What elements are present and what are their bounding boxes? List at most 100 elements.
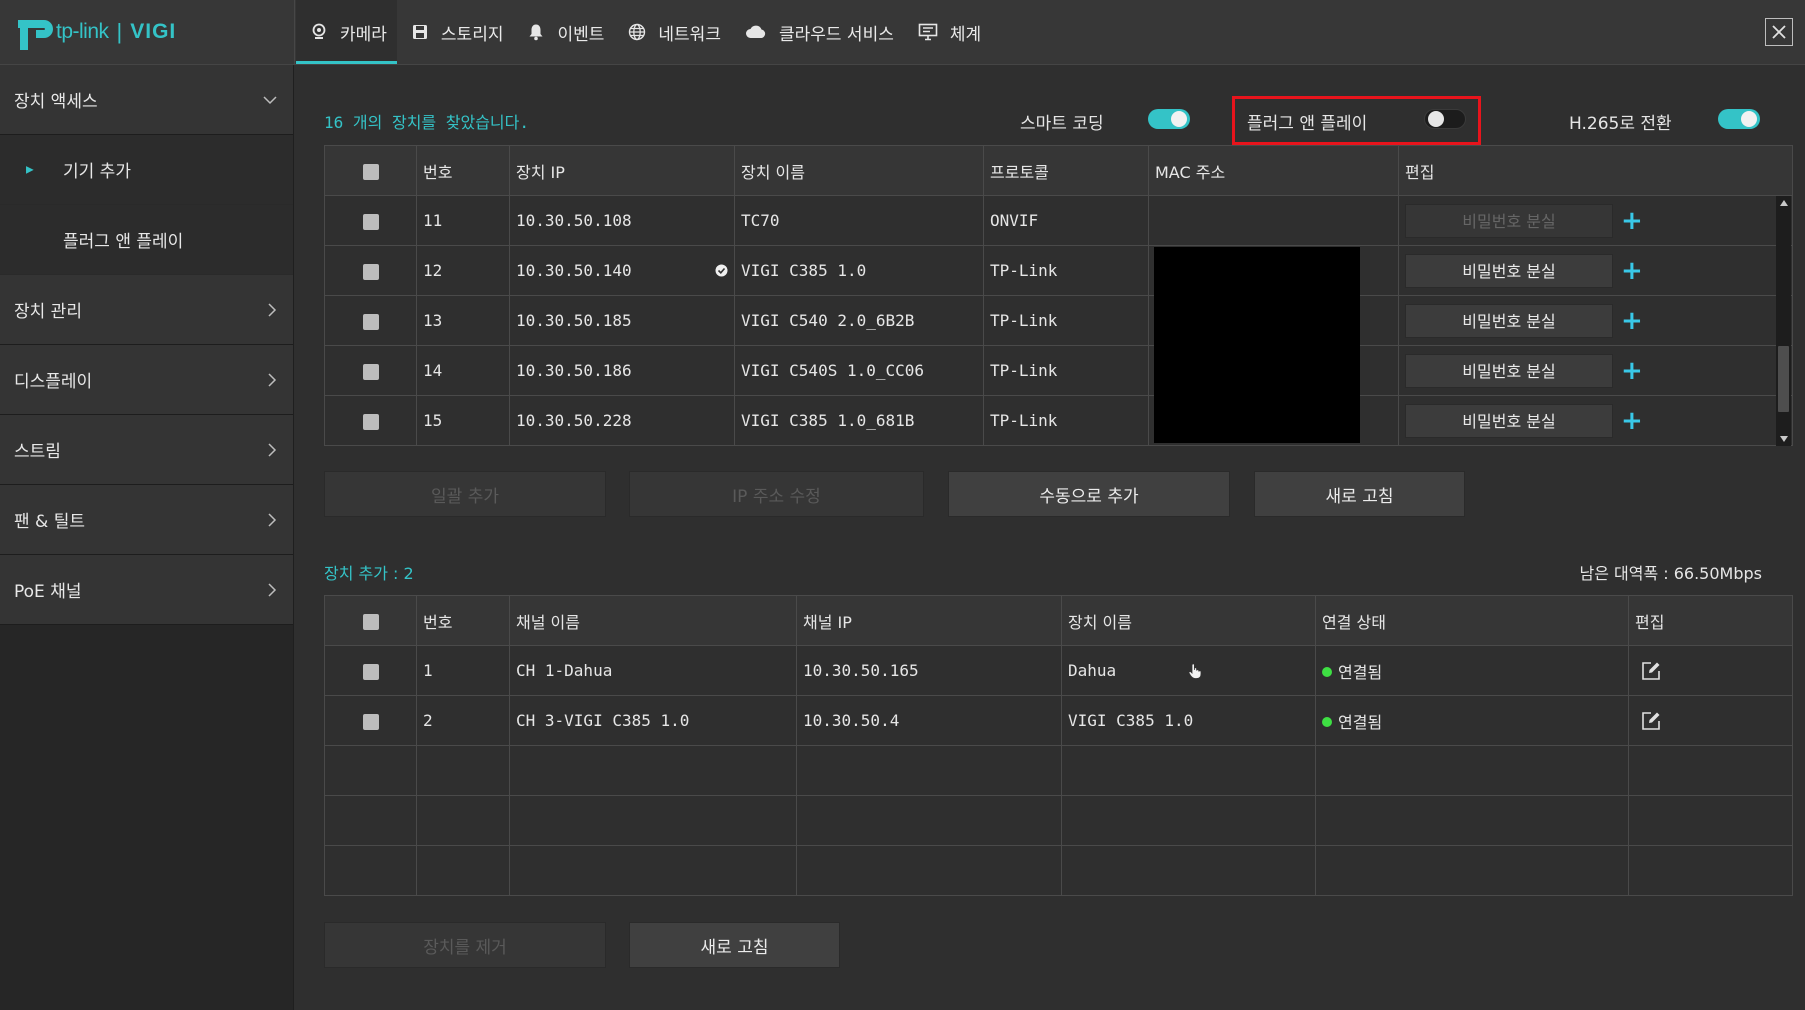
device-name: Dahua: [1068, 661, 1117, 680]
row-number: 2: [416, 695, 510, 746]
tab-storage[interactable]: 스토리지: [397, 0, 514, 64]
row-checkbox[interactable]: [363, 313, 379, 330]
tab-camera-label: 카메라: [340, 24, 387, 45]
add-device-plus-icon[interactable]: +: [1621, 408, 1643, 434]
add-device-plus-icon[interactable]: +: [1621, 358, 1643, 384]
forgot-password-button[interactable]: 비밀번호 분실: [1405, 203, 1613, 238]
edit-icon[interactable]: [1641, 711, 1661, 731]
channel-name: CH 3-VIGI C385 1.0: [509, 695, 797, 746]
sidebar-item-display[interactable]: 디스플레이: [0, 345, 293, 415]
row-number: 15: [416, 395, 510, 446]
brand-separator: |: [116, 19, 123, 44]
protocol: ONVIF: [983, 195, 1149, 246]
refresh-discovery-button[interactable]: 새로 고침: [1254, 471, 1465, 517]
column-header: 장치 이름: [734, 145, 984, 196]
sidebar-item-device-access[interactable]: 장치 액세스: [0, 65, 293, 135]
protocol: TP-Link: [983, 245, 1149, 296]
table-header-row: 번호 채널 이름 채널 IP 장치 이름 연결 상태 편집: [324, 595, 1793, 646]
sidebar-item-plug-and-play[interactable]: 플러그 앤 플레이: [0, 205, 293, 275]
tab-storage-label: 스토리지: [440, 24, 504, 45]
mac-address: [1148, 195, 1399, 246]
connection-status: 연결됨: [1338, 662, 1383, 682]
forgot-password-button[interactable]: 비밀번호 분실: [1405, 253, 1613, 288]
sidebar-item-poe-channel[interactable]: PoE 채널: [0, 555, 293, 625]
brand-name: tp-link: [56, 20, 109, 43]
add-device-plus-icon[interactable]: +: [1621, 258, 1643, 284]
scroll-thumb[interactable]: [1778, 346, 1789, 412]
row-checkbox[interactable]: [363, 263, 379, 280]
chevron-right-icon: [268, 302, 277, 317]
sidebar-item-stream[interactable]: 스트림: [0, 415, 293, 485]
manual-add-button[interactable]: 수동으로 추가: [948, 471, 1230, 517]
device-list-scrollbar[interactable]: [1776, 196, 1791, 446]
added-devices-table: 번호 채널 이름 채널 IP 장치 이름 연결 상태 편집 1 CH 1-Dah…: [324, 595, 1793, 896]
channel-ip: 10.30.50.165: [796, 645, 1062, 696]
scroll-down-arrow-icon[interactable]: [1776, 432, 1791, 446]
column-header: 채널 이름: [509, 595, 797, 646]
plug-and-play-toggle[interactable]: [1424, 109, 1466, 129]
tab-event[interactable]: 이벤트: [513, 0, 614, 64]
tab-camera[interactable]: 카메라: [296, 0, 397, 64]
chevron-down-icon: [263, 95, 277, 104]
scroll-up-arrow-icon[interactable]: [1776, 196, 1791, 210]
forgot-password-button[interactable]: 비밀번호 분실: [1405, 353, 1613, 388]
device-name: VIGI C540S 1.0_CC06: [734, 345, 984, 396]
row-checkbox[interactable]: [363, 713, 379, 730]
batch-add-button[interactable]: 일괄 추가: [324, 471, 606, 517]
remaining-bandwidth: 남은 대역폭 : 66.50Mbps: [1579, 564, 1762, 583]
edit-icon[interactable]: [1641, 661, 1661, 681]
column-header: 번호: [416, 145, 510, 196]
device-name: VIGI C385 1.0: [1061, 695, 1316, 746]
mac-redaction-block: [1154, 247, 1360, 443]
column-header: 편집: [1628, 595, 1793, 646]
device-name: VIGI C540 2.0_6B2B: [734, 295, 984, 346]
smart-coding-toggle[interactable]: [1148, 109, 1190, 129]
table-row: 11 10.30.50.108 TC70 ONVIF 비밀번호 분실 +: [324, 195, 1793, 246]
add-device-plus-icon[interactable]: +: [1621, 308, 1643, 334]
device-ip: 10.30.50.186: [509, 345, 735, 396]
row-number: 13: [416, 295, 510, 346]
row-checkbox[interactable]: [363, 663, 379, 680]
table-row: 12 10.30.50.140 VIGI C385 1.0 TP-Link 비밀…: [324, 245, 1793, 296]
forgot-password-button[interactable]: 비밀번호 분실: [1405, 403, 1613, 438]
tab-cloud[interactable]: 클라우드 서비스: [731, 0, 904, 64]
devices-found-text: 16 개의 장치를 찾았습니다.: [324, 113, 529, 132]
add-device-plus-icon[interactable]: +: [1621, 208, 1643, 234]
table-row: 13 10.30.50.185 VIGI C540 2.0_6B2B TP-Li…: [324, 295, 1793, 346]
sidebar-item-add-device[interactable]: ▶ 기기 추가: [0, 135, 293, 205]
row-checkbox[interactable]: [363, 363, 379, 380]
tab-system[interactable]: 체계: [904, 0, 991, 64]
sidebar-item-device-management[interactable]: 장치 관리: [0, 275, 293, 345]
modify-ip-button[interactable]: IP 주소 수정: [629, 471, 924, 517]
remove-device-button[interactable]: 장치를 제거: [324, 922, 606, 968]
column-header: 채널 IP: [796, 595, 1062, 646]
table-row: 2 CH 3-VIGI C385 1.0 10.30.50.4 VIGI C38…: [324, 695, 1793, 746]
row-number: 1: [416, 645, 510, 696]
system-icon: [918, 23, 938, 41]
table-row: 15 10.30.50.228 VIGI C385 1.0_681B TP-Li…: [324, 395, 1793, 446]
tab-network-label: 네트워크: [658, 24, 721, 45]
tab-network[interactable]: 네트워크: [614, 0, 731, 64]
device-name: VIGI C385 1.0_681B: [734, 395, 984, 446]
select-all-checkbox[interactable]: [363, 163, 379, 180]
forgot-password-button[interactable]: 비밀번호 분실: [1405, 303, 1613, 338]
brand-product: VIGI: [130, 20, 177, 43]
sidebar: 장치 액세스 ▶ 기기 추가 플러그 앤 플레이 장치 관리 디스플레이 스트림…: [0, 65, 294, 1010]
column-header: MAC 주소: [1148, 145, 1399, 196]
refresh-added-button[interactable]: 새로 고침: [629, 922, 840, 968]
close-button[interactable]: [1765, 18, 1793, 46]
device-name: TC70: [734, 195, 984, 246]
hand-cursor-icon: [1188, 663, 1202, 679]
device-ip: 10.30.50.228: [509, 395, 735, 446]
tab-system-label: 체계: [949, 24, 982, 45]
h265-toggle[interactable]: [1718, 109, 1760, 129]
row-checkbox[interactable]: [363, 413, 379, 430]
connected-status-dot: [1322, 666, 1332, 677]
sidebar-item-label: 기기 추가: [63, 162, 131, 182]
sidebar-item-pan-tilt[interactable]: 팬 & 틸트: [0, 485, 293, 555]
row-checkbox[interactable]: [363, 213, 379, 230]
select-all-checkbox[interactable]: [363, 613, 379, 630]
tab-event-label: 이벤트: [557, 24, 605, 45]
discovered-devices-table: 번호 장치 IP 장치 이름 프로토콜 MAC 주소 편집 11 10.30.5…: [324, 145, 1793, 446]
tp-link-vigi-logo: tp-link | VIGI: [14, 10, 284, 54]
